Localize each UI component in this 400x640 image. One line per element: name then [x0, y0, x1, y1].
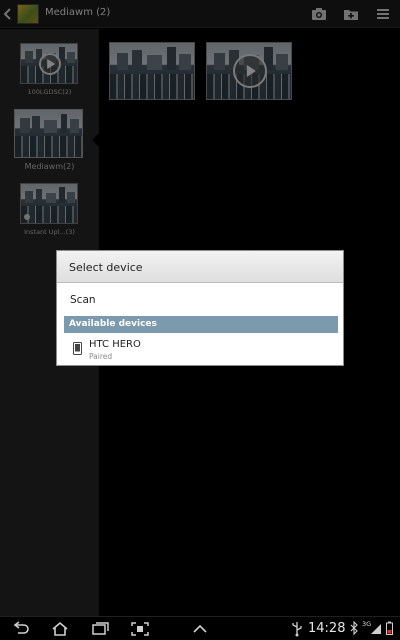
clock: 14:28: [308, 621, 346, 636]
system-bar: 14:28 3G: [0, 616, 400, 640]
screen-capture-icon[interactable]: [130, 621, 150, 637]
available-devices-header: Available devices: [64, 316, 338, 333]
usb-icon: [292, 622, 302, 637]
select-device-dialog: Select device Scan Available devices HTC…: [56, 250, 344, 366]
section-title: Available devices: [69, 319, 157, 329]
device-item[interactable]: HTC HERO Paired: [64, 335, 338, 363]
home-icon[interactable]: [50, 621, 70, 637]
bluetooth-icon: [350, 621, 358, 635]
phone-icon: [73, 342, 82, 355]
signal-icon: [371, 624, 381, 634]
device-name: HTC HERO: [89, 339, 141, 350]
dialog-title: Select device: [69, 261, 143, 274]
up-arrow-icon[interactable]: [190, 621, 210, 637]
recent-apps-icon[interactable]: [90, 621, 110, 637]
device-status: Paired: [89, 352, 113, 361]
back-icon[interactable]: [10, 621, 30, 637]
scan-button[interactable]: Scan: [70, 294, 96, 306]
dialog-header: Select device: [57, 251, 343, 283]
gallery-screen: Mediawm (2) 100LGDSC(2) Mediawm(2) Insta…: [0, 0, 400, 640]
battery-icon: [386, 621, 393, 635]
